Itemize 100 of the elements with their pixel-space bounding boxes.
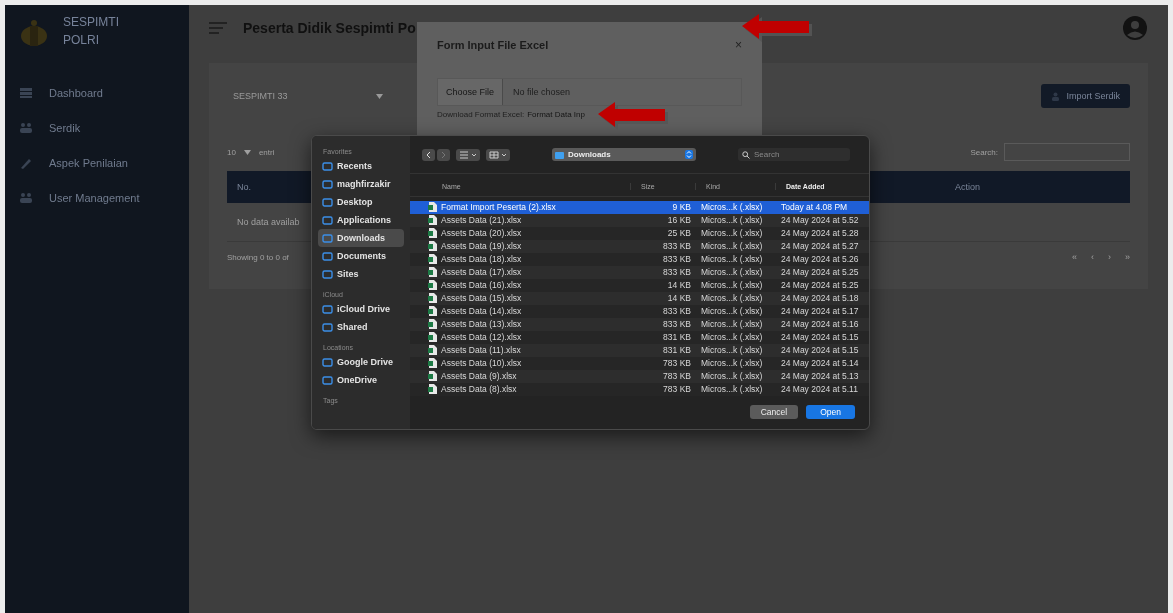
file-name: Assets Data (8).xlsx [441, 384, 517, 395]
sidebar-item[interactable]: User Management [49, 191, 140, 204]
file-size: 16 KB [666, 215, 692, 226]
file-size: 833 KB [662, 306, 692, 317]
date-added: 24 May 2024 at 5.11 [780, 384, 859, 395]
date-added: 24 May 2024 at 5.28 [780, 228, 860, 239]
spreadsheet-file-icon [428, 384, 437, 395]
list-icon [19, 85, 33, 100]
date-added: 24 May 2024 at 5.14 [780, 358, 860, 369]
import-button[interactable]: Import Serdik [1041, 84, 1130, 108]
brand-name: SESPIMTI [63, 14, 119, 31]
file-kind: Micros...k (.xlsx) [700, 332, 764, 343]
sidebar-location[interactable]: Recents [318, 157, 404, 175]
file-kind: Micros...k (.xlsx) [700, 215, 764, 226]
pagination-link[interactable]: ‹ [1091, 252, 1094, 262]
people-icon [19, 190, 33, 205]
date-added: 24 May 2024 at 5.52 [780, 215, 860, 226]
pagination-link[interactable]: » [1125, 252, 1130, 262]
file-kind: Micros...k (.xlsx) [700, 345, 764, 356]
date-added: 24 May 2024 at 5.26 [780, 254, 860, 265]
column-header: Action [955, 182, 980, 192]
file-name: Assets Data (10).xlsx [441, 358, 522, 369]
file-kind: Micros...k (.xlsx) [700, 306, 764, 317]
file-size: 14 KB [666, 293, 692, 304]
sidebar-location[interactable]: Applications [318, 211, 404, 229]
search-field[interactable]: Search [738, 148, 850, 162]
file-name: Assets Data (9).xlsx [441, 371, 517, 382]
sidebar-item[interactable]: Dashboard [49, 86, 103, 99]
file-row[interactable]: Format Import Peserta (2).xlsx 9 KB Micros...k (.xlsx) Today at 4.08 PM [410, 200, 869, 214]
file-kind: Micros...k (.xlsx) [700, 293, 764, 304]
spreadsheet-file-icon [428, 319, 437, 330]
file-kind: Micros...k (.xlsx) [700, 254, 764, 265]
pagination-link[interactable]: « [1071, 252, 1077, 262]
file-name: Format Import Peserta (2).xlsx [441, 202, 556, 213]
sidebar-item[interactable]: Serdik [49, 121, 81, 134]
spreadsheet-file-icon [428, 215, 437, 226]
file-kind: Micros...k (.xlsx) [700, 267, 764, 278]
file-size: 833 KB [662, 254, 692, 265]
spreadsheet-file-icon [428, 293, 437, 304]
sidebar-location[interactable]: maghfirzakir [318, 175, 404, 193]
batch-select[interactable]: SESPIMTI 33 [227, 83, 389, 109]
file-kind: Micros...k (.xlsx) [700, 241, 764, 252]
sidebar-location[interactable]: iCloud Drive [318, 300, 404, 318]
file-kind: Micros...k (.xlsx) [700, 384, 764, 395]
emblem-logo [19, 18, 49, 48]
file-size: 14 KB [666, 280, 692, 291]
spreadsheet-file-icon [428, 228, 437, 239]
file-kind: Micros...k (.xlsx) [700, 319, 764, 330]
spreadsheet-file-icon [428, 306, 437, 317]
file-size: 783 KB [662, 358, 692, 369]
file-size: 9 KB [671, 202, 692, 213]
date-added: Today at 4.08 PM [780, 202, 849, 213]
cancel-button[interactable]: Cancel [749, 405, 799, 420]
file-kind: Micros...k (.xlsx) [700, 371, 764, 382]
date-added: 24 May 2024 at 5.25 [780, 280, 860, 291]
file-name: Assets Data (19).xlsx [441, 241, 522, 252]
open-button[interactable]: Open [806, 405, 855, 420]
file-kind: Micros...k (.xlsx) [700, 228, 764, 239]
file-name: Assets Data (11).xlsx [441, 345, 521, 356]
group-button[interactable] [486, 148, 510, 161]
file-size: 831 KB [662, 332, 692, 343]
spreadsheet-file-icon [428, 280, 437, 291]
sidebar-location[interactable]: Sites [318, 265, 404, 283]
sidebar-item[interactable]: Aspek Penilaian [49, 156, 128, 169]
sidebar-location[interactable]: OneDrive [318, 371, 404, 389]
date-added: 24 May 2024 at 5.27 [780, 241, 860, 252]
back-button[interactable] [422, 148, 435, 161]
file-size: 833 KB [662, 241, 692, 252]
page-size-select[interactable]: 10 [227, 147, 236, 157]
list-view-button[interactable] [456, 148, 480, 161]
people-icon [19, 120, 33, 135]
file-size: 831 KB [662, 345, 692, 356]
stepper-icon [685, 150, 693, 160]
table-info: Showing 0 to 0 of [227, 252, 289, 262]
sidebar-location[interactable]: Shared [318, 318, 404, 336]
file-name: Assets Data (21).xlsx [441, 215, 522, 226]
file-name: Assets Data (17).xlsx [441, 267, 522, 278]
date-added: 24 May 2024 at 5.25 [780, 267, 860, 278]
file-size: 783 KB [662, 371, 692, 382]
location-dropdown[interactable]: Downloads [552, 148, 696, 162]
column-header: No. [237, 182, 251, 192]
forward-button[interactable] [437, 148, 450, 161]
person-icon [1051, 91, 1061, 101]
file-name: Assets Data (13).xlsx [441, 319, 522, 330]
file-kind: Micros...k (.xlsx) [700, 202, 764, 213]
spreadsheet-file-icon [428, 345, 437, 356]
sidebar-location[interactable]: Documents [318, 247, 404, 265]
brand-name: POLRI [63, 32, 100, 49]
modal-title: Form Input File Excel [437, 39, 549, 51]
sidebar-location[interactable]: Downloads [318, 229, 404, 247]
file-kind: Micros...k (.xlsx) [700, 280, 764, 291]
pagination-link[interactable]: › [1108, 252, 1111, 262]
sidebar-location[interactable]: Google Drive [318, 353, 404, 371]
spreadsheet-file-icon [428, 332, 437, 343]
file-name: Assets Data (16).xlsx [441, 280, 522, 291]
file-name: Assets Data (14).xlsx [441, 306, 522, 317]
caret-icon [243, 149, 251, 155]
date-added: 24 May 2024 at 5.17 [780, 306, 860, 317]
file-size: 833 KB [662, 267, 692, 278]
file-size: 833 KB [662, 319, 692, 330]
